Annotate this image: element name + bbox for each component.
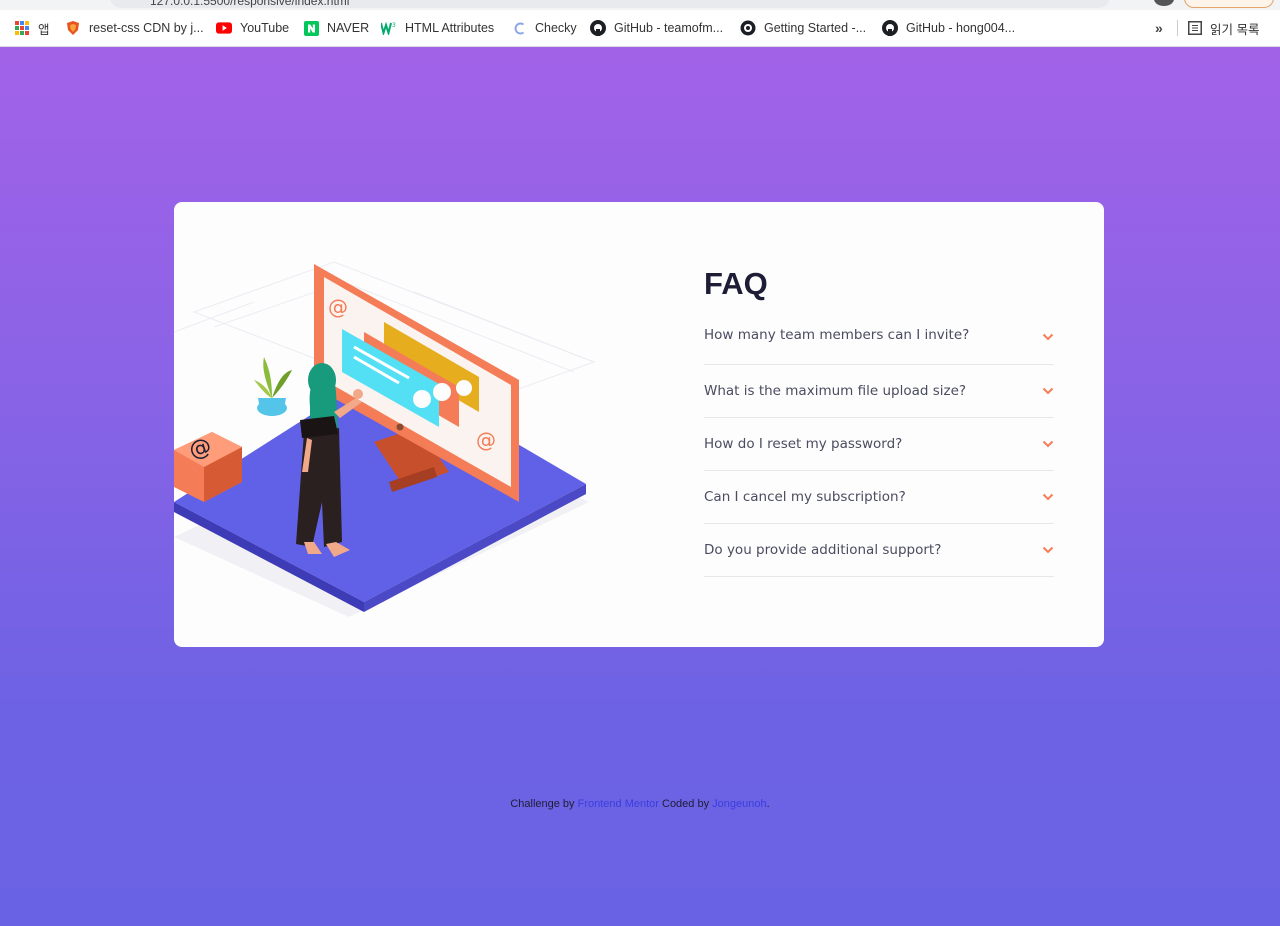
naver-icon	[303, 20, 319, 36]
site-icon	[740, 20, 756, 36]
woman-at-screen-illustration: @ @ @	[174, 261, 596, 617]
bookmark-label: GitHub - hong004...	[906, 21, 1016, 35]
faq-title: FAQ	[704, 266, 768, 301]
browser-tab-strip: 127.0.0.1:5500/responsive/index.html	[0, 0, 1280, 10]
faq-question: What is the maximum file upload size?	[704, 383, 967, 399]
chevron-down-icon	[1042, 493, 1054, 501]
bookmark-label: Checky	[535, 21, 577, 35]
bookmark-label: YouTube	[240, 21, 290, 35]
bookmark-apps[interactable]: 앱	[14, 10, 50, 46]
attribution-middle: Coded by	[658, 798, 713, 810]
more-bookmarks-button[interactable]: »	[1155, 10, 1163, 46]
bookmark-getting-started[interactable]: Getting Started -...	[740, 10, 866, 46]
faq-item[interactable]: What is the maximum file upload size?	[704, 365, 1054, 418]
attribution-prefix: Challenge by	[510, 798, 578, 810]
bookmarks-divider	[1177, 20, 1178, 36]
faq-item[interactable]: Can I cancel my subscription?	[704, 471, 1054, 524]
chevron-down-icon	[1042, 440, 1054, 448]
youtube-icon	[216, 20, 232, 36]
faq-question: How do I reset my password?	[704, 436, 903, 452]
faq-item[interactable]: Do you provide additional support?	[704, 524, 1054, 577]
profile-avatar[interactable]	[1154, 0, 1174, 6]
bookmark-label: HTML Attributes	[405, 21, 495, 35]
svg-text:3: 3	[392, 22, 396, 29]
github-icon	[882, 20, 898, 36]
bookmark-naver[interactable]: NAVER	[303, 10, 369, 46]
faq-item[interactable]: How many team members can I invite?	[704, 327, 1054, 365]
svg-text:@: @	[328, 295, 348, 319]
faq-list: How many team members can I invite? What…	[704, 327, 1054, 577]
bookmark-label: GitHub - teamofm...	[614, 21, 724, 35]
address-bar-url: 127.0.0.1:5500/responsive/index.html	[150, 0, 350, 8]
faq-card: @ @ @ FAQ How many team members can I in…	[174, 202, 1104, 647]
reading-list-label: 읽기 목록	[1210, 22, 1260, 37]
attribution-suffix: .	[766, 798, 770, 810]
reading-list-icon	[1188, 21, 1202, 35]
faq-item[interactable]: How do I reset my password?	[704, 418, 1054, 471]
bookmarks-bar: 앱 reset-css CDN by j... YouTube NAVER 3 …	[0, 10, 1280, 47]
shield-icon	[65, 20, 81, 36]
author-link[interactable]: Jongeunoh	[712, 798, 766, 810]
faq-section: FAQ How many team members can I invite? …	[704, 262, 1054, 577]
bookmark-github-teamofm[interactable]: GitHub - teamofm...	[590, 10, 723, 46]
github-icon	[590, 20, 606, 36]
chevron-down-icon	[1042, 387, 1054, 395]
bookmark-label: 앱	[38, 22, 50, 37]
frontend-mentor-link[interactable]: Frontend Mentor	[578, 798, 659, 810]
bookmark-reset-css[interactable]: reset-css CDN by j...	[65, 10, 204, 46]
bookmark-youtube[interactable]: YouTube	[216, 10, 289, 46]
faq-question: Do you provide additional support?	[704, 542, 942, 558]
profile-button[interactable]	[1184, 0, 1274, 8]
bookmark-github-hong004[interactable]: GitHub - hong004...	[882, 10, 1015, 46]
svg-text:@: @	[476, 428, 496, 452]
bookmark-checky[interactable]: Checky	[511, 10, 577, 46]
page-background: @ @ @ FAQ How many team members can I in…	[0, 47, 1280, 926]
chevron-down-icon	[1042, 333, 1054, 341]
chevron-down-icon	[1042, 546, 1054, 554]
bookmark-label: Getting Started -...	[764, 21, 867, 35]
bookmark-html-attributes[interactable]: 3 HTML Attributes	[381, 10, 494, 46]
faq-question: Can I cancel my subscription?	[704, 489, 906, 505]
w3schools-icon: 3	[381, 20, 397, 36]
attribution: Challenge by Frontend Mentor Coded by Jo…	[0, 798, 1280, 810]
bookmark-label: reset-css CDN by j...	[89, 21, 204, 35]
apps-icon	[14, 20, 30, 36]
reading-list-button[interactable]: 읽기 목록	[1188, 10, 1259, 46]
address-bar[interactable]: 127.0.0.1:5500/responsive/index.html	[110, 0, 1110, 8]
bookmark-label: NAVER	[327, 21, 370, 35]
faq-question: How many team members can I invite?	[704, 327, 970, 343]
checky-icon	[511, 20, 527, 36]
